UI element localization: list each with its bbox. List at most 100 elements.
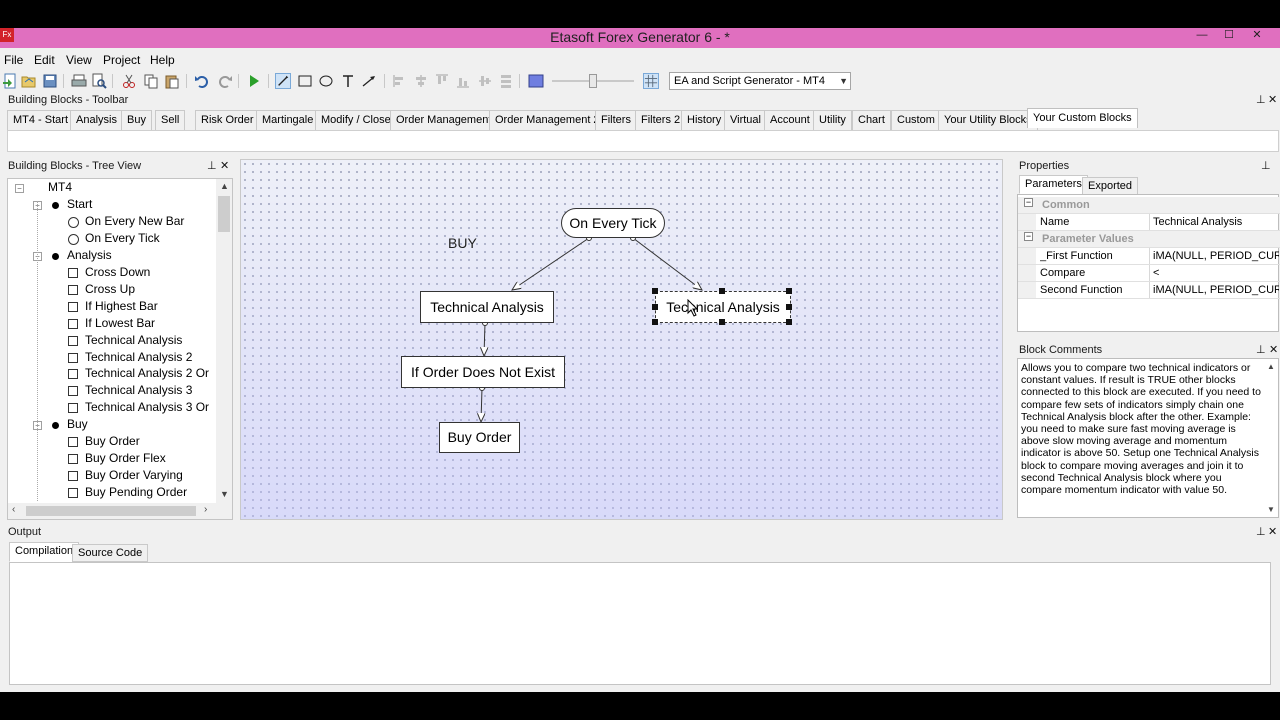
tree-item[interactable]: Technical Analysis 3 Or — [85, 400, 209, 414]
tree-item[interactable]: Technical Analysis — [85, 333, 182, 347]
minimize-button[interactable]: — — [1190, 28, 1214, 44]
property-value[interactable]: Technical Analysis — [1153, 214, 1279, 230]
align-middle-icon[interactable] — [477, 73, 493, 89]
tab-filters-2[interactable]: Filters 2 — [635, 110, 687, 130]
tab-martingale[interactable]: Martingale — [256, 110, 320, 130]
tree-group-analysis[interactable]: Analysis — [67, 248, 112, 262]
pin-icon[interactable]: ⊥ — [1256, 342, 1266, 358]
resize-handle[interactable] — [786, 288, 792, 294]
undo-icon[interactable] — [194, 73, 210, 89]
fill-color-icon[interactable] — [528, 73, 544, 89]
tree-item[interactable]: Buy Order Flex — [85, 451, 166, 465]
tree-vertical-scrollbar[interactable]: ▲ ▼ — [216, 179, 232, 503]
save-icon[interactable] — [42, 73, 58, 89]
tab-compilation[interactable]: Compilation — [9, 542, 80, 562]
print-icon[interactable] — [71, 73, 87, 89]
tree-item[interactable]: On Every Tick — [85, 231, 160, 245]
collapse-icon[interactable]: − — [1024, 198, 1033, 207]
menu-file[interactable]: File — [4, 53, 23, 67]
connect-tool-icon[interactable] — [275, 73, 291, 89]
property-row[interactable]: Name Technical Analysis — [1018, 214, 1280, 231]
node-if-order-does-not-exist[interactable]: If Order Does Not Exist — [401, 356, 565, 388]
menu-edit[interactable]: Edit — [34, 53, 55, 67]
tab-order-management[interactable]: Order Management — [390, 110, 498, 130]
tree-item[interactable]: On Every New Bar — [85, 214, 184, 228]
collapse-icon[interactable]: − — [1024, 232, 1033, 241]
pin-icon[interactable]: ⊥ — [1256, 524, 1266, 540]
align-top-icon[interactable] — [434, 73, 450, 89]
tree-item[interactable]: Cross Down — [85, 265, 150, 279]
resize-handle[interactable] — [719, 319, 725, 325]
tab-exported[interactable]: Exported — [1082, 177, 1139, 195]
align-bottom-icon[interactable] — [455, 73, 471, 89]
scroll-down-icon[interactable]: ▼ — [220, 489, 229, 499]
menu-view[interactable]: View — [66, 53, 92, 67]
tab-parameters[interactable]: Parameters — [1019, 175, 1088, 194]
resize-handle[interactable] — [652, 319, 658, 325]
run-icon[interactable] — [246, 73, 262, 89]
tab-sell[interactable]: Sell — [155, 110, 186, 130]
tab-chart[interactable]: Chart — [852, 110, 891, 130]
tab-custom[interactable]: Custom — [891, 110, 941, 130]
tree-item[interactable]: Buy Pending Order — [85, 485, 187, 499]
tab-filters[interactable]: Filters — [595, 110, 637, 130]
tab-risk-order[interactable]: Risk Order — [195, 110, 260, 130]
tab-buy[interactable]: Buy — [121, 110, 152, 130]
copy-icon[interactable] — [143, 73, 159, 89]
resize-handle[interactable] — [652, 304, 658, 310]
property-value[interactable]: < — [1153, 265, 1279, 281]
grid-toggle-icon[interactable] — [643, 73, 659, 89]
tree-item[interactable]: Buy Order — [85, 434, 140, 448]
tree-horizontal-scrollbar[interactable]: ‹ › — [8, 503, 232, 519]
comments-scrollbar[interactable]: ▲ ▼ — [1264, 359, 1278, 517]
close-icon[interactable]: ✕ — [1268, 524, 1277, 540]
tree-item[interactable]: Technical Analysis 3 — [85, 383, 192, 397]
resize-handle[interactable] — [719, 288, 725, 294]
align-center-icon[interactable] — [413, 73, 429, 89]
rectangle-tool-icon[interactable] — [297, 73, 313, 89]
pin-icon[interactable]: ⊥ — [207, 158, 217, 174]
tab-analysis[interactable]: Analysis — [70, 110, 123, 130]
node-on-every-tick[interactable]: On Every Tick — [561, 208, 665, 238]
design-canvas[interactable]: BUY On Every Tick Technical Analysis Tec… — [240, 159, 1003, 520]
tab-source-code[interactable]: Source Code — [72, 544, 149, 562]
scroll-thumb[interactable] — [26, 506, 196, 516]
distribute-icon[interactable] — [498, 73, 514, 89]
tree-item[interactable]: Technical Analysis 2 Or — [85, 366, 209, 380]
zoom-slider-thumb[interactable] — [589, 74, 597, 88]
scroll-right-icon[interactable]: › — [204, 504, 207, 515]
align-left-icon[interactable] — [392, 73, 408, 89]
close-icon[interactable]: ✕ — [1269, 342, 1278, 358]
scroll-down-icon[interactable]: ▼ — [1267, 504, 1275, 516]
scroll-up-icon[interactable]: ▲ — [220, 181, 229, 191]
tab-your-utility-blocks[interactable]: Your Utility Blocks — [938, 110, 1038, 130]
scroll-up-icon[interactable]: ▲ — [1267, 361, 1275, 373]
tree-root[interactable]: MT4 — [48, 180, 72, 194]
tree-item[interactable]: Cross Up — [85, 282, 135, 296]
collapse-icon[interactable]: − — [15, 184, 24, 193]
tab-virtual[interactable]: Virtual — [724, 110, 767, 130]
tree-item[interactable]: If Lowest Bar — [85, 316, 155, 330]
pin-icon[interactable]: ⊥ — [1256, 92, 1266, 108]
print-preview-icon[interactable] — [91, 73, 107, 89]
tab-utility[interactable]: Utility — [813, 110, 852, 130]
property-row[interactable]: Compare < — [1018, 265, 1280, 282]
maximize-button[interactable]: ☐ — [1217, 28, 1241, 44]
resize-handle[interactable] — [786, 319, 792, 325]
resize-handle[interactable] — [652, 288, 658, 294]
property-row[interactable]: _First Function iMA(NULL, PERIOD_CURRENT — [1018, 248, 1280, 265]
property-value[interactable]: iMA(NULL, PERIOD_CURRENT — [1153, 248, 1279, 264]
tab-order-management-2[interactable]: Order Management 2 — [489, 110, 606, 130]
menu-project[interactable]: Project — [103, 53, 140, 67]
tree-group-start[interactable]: Start — [67, 197, 92, 211]
new-icon[interactable] — [2, 73, 18, 89]
paste-icon[interactable] — [164, 73, 180, 89]
cut-icon[interactable] — [121, 73, 137, 89]
tab-history[interactable]: History — [681, 110, 728, 130]
arrow-tool-icon[interactable] — [361, 73, 377, 89]
section-common[interactable]: − Common — [1018, 197, 1280, 214]
node-technical-analysis[interactable]: Technical Analysis — [420, 291, 554, 323]
node-buy-order[interactable]: Buy Order — [439, 422, 520, 453]
tab-modify-close[interactable]: Modify / Close — [315, 110, 397, 130]
scroll-left-icon[interactable]: ‹ — [12, 504, 15, 515]
